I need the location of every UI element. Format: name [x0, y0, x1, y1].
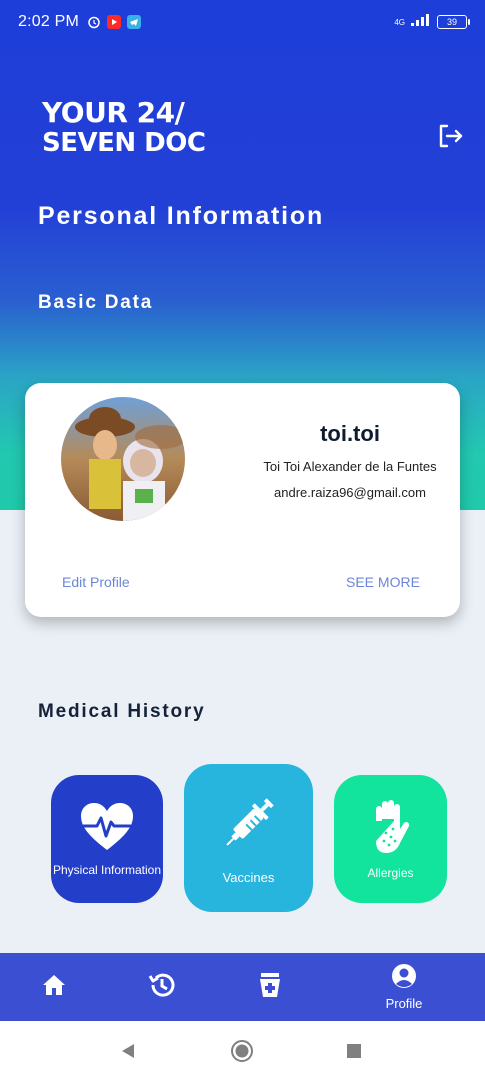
back-icon[interactable] — [115, 1021, 141, 1080]
vaccines-label: Vaccines — [222, 870, 275, 885]
network-type: 4G — [394, 17, 405, 27]
battery-level: 39 — [446, 17, 457, 27]
vaccines-tile[interactable]: Vaccines — [184, 764, 313, 912]
profile-email: andre.raiza96@gmail.com — [274, 485, 426, 500]
physical-information-tile[interactable]: Physical Information — [51, 775, 163, 903]
history-icon — [147, 970, 177, 1005]
nav-profile[interactable]: Profile — [378, 953, 430, 1021]
battery-icon: 39 — [437, 15, 470, 29]
profile-full-name: Toi Toi Alexander de la Funtes — [263, 459, 437, 474]
youtube-icon — [107, 15, 121, 29]
nav-profile-label: Profile — [385, 996, 423, 1011]
heart-pulse-icon — [79, 802, 135, 857]
telegram-icon — [127, 15, 141, 29]
logout-icon[interactable] — [436, 122, 464, 150]
bottom-navigation: Profile — [0, 953, 485, 1021]
system-home-icon[interactable] — [228, 1021, 256, 1080]
profile-card: toi.toi Toi Toi Alexander de la Funtes a… — [25, 383, 460, 617]
recent-apps-icon[interactable] — [342, 1021, 366, 1080]
profile-icon — [391, 963, 417, 994]
allergies-label: Allergies — [367, 865, 414, 880]
logo-line-1: YOUR 24/ — [42, 96, 185, 129]
app-logo: YOUR 24/ SEVEN DOC — [42, 96, 206, 159]
see-more-link[interactable]: SEE MORE — [346, 574, 420, 590]
section-title-basic-data: Basic Data — [38, 292, 154, 313]
nav-medical[interactable] — [250, 953, 290, 1021]
allergy-hand-icon — [366, 799, 416, 860]
physical-information-label: Physical Information — [52, 862, 162, 877]
allergies-tile[interactable]: Allergies — [334, 775, 447, 903]
medical-kit-icon — [257, 971, 283, 1004]
system-navigation-bar — [0, 1021, 485, 1080]
page-title: Personal Information — [38, 202, 325, 230]
logo-line-2: SEVEN DOC — [42, 128, 206, 158]
alarm-icon — [87, 15, 101, 29]
nav-history[interactable] — [142, 953, 182, 1021]
signal-icon — [411, 13, 431, 31]
status-time: 2:02 PM — [18, 13, 79, 30]
nav-home[interactable] — [34, 953, 74, 1021]
avatar — [61, 397, 185, 521]
home-icon — [41, 973, 67, 1002]
section-title-medical-history: Medical History — [38, 701, 206, 722]
profile-username: toi.toi — [320, 421, 380, 446]
edit-profile-link[interactable]: Edit Profile — [62, 574, 130, 590]
status-bar: 2:02 PM 4G 39 — [0, 0, 485, 44]
syringe-icon — [217, 791, 281, 860]
